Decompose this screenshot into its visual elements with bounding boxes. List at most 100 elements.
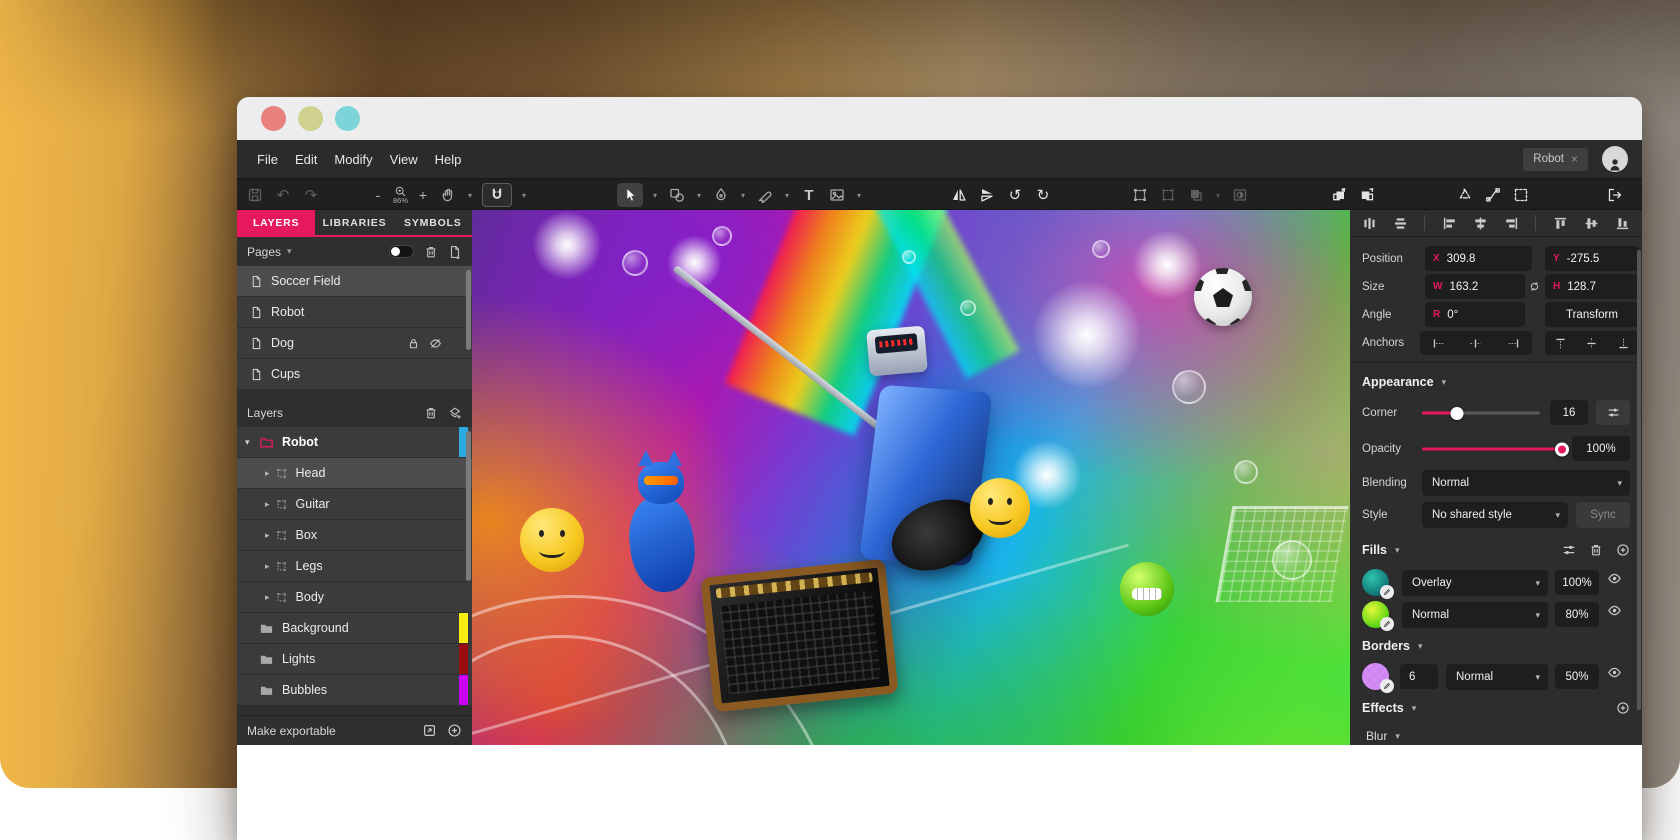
- anchor-center-icon[interactable]: [1469, 337, 1482, 350]
- fills-header[interactable]: Fills ▾: [1350, 538, 1642, 562]
- hand-tool-caret-icon[interactable]: ▾: [466, 191, 474, 200]
- trash-icon[interactable]: [1589, 543, 1603, 557]
- snap-tool-button[interactable]: [482, 183, 512, 207]
- add-page-icon[interactable]: [448, 245, 462, 259]
- align-left-icon[interactable]: [1442, 216, 1457, 231]
- expand-caret-icon[interactable]: ▸: [265, 592, 270, 603]
- layer-row-background[interactable]: ▾ Background: [237, 613, 472, 643]
- align-center-horizontal-icon[interactable]: [1473, 216, 1488, 231]
- layer-row-robot[interactable]: ▾ Robot: [237, 427, 472, 457]
- path-connect-button[interactable]: [1483, 183, 1503, 207]
- undo-button[interactable]: ↶: [273, 183, 293, 207]
- layer-row-body[interactable]: ▸ Body: [237, 582, 472, 612]
- fill-blend-dropdown[interactable]: Normal ▾: [1402, 602, 1548, 628]
- plus-circle-icon[interactable]: [1616, 543, 1630, 557]
- close-document-icon[interactable]: ×: [1571, 152, 1578, 166]
- position-y-field[interactable]: Y -275.5: [1545, 246, 1639, 271]
- expand-caret-icon[interactable]: ▸: [265, 468, 270, 479]
- export-slice-icon[interactable]: [422, 723, 437, 738]
- fill-opacity-value[interactable]: 80%: [1555, 602, 1599, 627]
- distribute-horizontal-icon[interactable]: [1362, 216, 1377, 231]
- anchor-top-icon[interactable]: [1554, 337, 1567, 350]
- zoom-in-button[interactable]: +: [416, 187, 430, 203]
- fill-visibility-button[interactable]: [1607, 603, 1622, 618]
- align-top-icon[interactable]: [1553, 216, 1568, 231]
- size-w-field[interactable]: W 163.2: [1425, 274, 1525, 299]
- layer-color-tag[interactable]: [459, 644, 468, 674]
- group-button[interactable]: [1130, 183, 1150, 207]
- plus-circle-icon[interactable]: [447, 723, 462, 738]
- borders-header[interactable]: Borders ▾: [1350, 634, 1642, 658]
- collapse-caret-icon[interactable]: ▾: [245, 437, 255, 448]
- convert-anchors-button[interactable]: [1455, 183, 1475, 207]
- transform-button[interactable]: Transform: [1545, 302, 1639, 327]
- right-panel-scrollbar[interactable]: [1637, 250, 1641, 710]
- size-h-field[interactable]: H 128.7: [1545, 274, 1639, 299]
- border-color-swatch[interactable]: [1362, 663, 1389, 690]
- sync-style-button[interactable]: Sync: [1576, 502, 1630, 528]
- fill-opacity-value[interactable]: 100%: [1555, 570, 1599, 595]
- marquee-select-button[interactable]: [1511, 183, 1531, 207]
- layer-row-box[interactable]: ▸ Box: [237, 520, 472, 550]
- constrain-proportions-icon[interactable]: [1528, 280, 1541, 293]
- fill-color-swatch[interactable]: [1362, 601, 1389, 628]
- align-middle-icon[interactable]: [1584, 216, 1599, 231]
- zoom-out-button[interactable]: -: [371, 187, 385, 203]
- canvas[interactable]: [472, 210, 1350, 745]
- bring-forward-button[interactable]: [1329, 183, 1349, 207]
- pages-header-label[interactable]: Pages: [247, 245, 281, 259]
- pointer-tool-button[interactable]: [617, 183, 643, 207]
- document-tab[interactable]: Robot ×: [1523, 148, 1588, 171]
- shape-tool-button[interactable]: [667, 183, 687, 207]
- menu-edit[interactable]: Edit: [295, 152, 317, 167]
- minimize-window-button[interactable]: [298, 106, 323, 131]
- zoom-window-button[interactable]: [335, 106, 360, 131]
- menu-help[interactable]: Help: [435, 152, 462, 167]
- border-blend-dropdown[interactable]: Normal ▾: [1446, 664, 1548, 690]
- image-tool-button[interactable]: [827, 183, 847, 207]
- fill-blend-dropdown[interactable]: Overlay ▾: [1402, 570, 1548, 596]
- blur-header[interactable]: Blur ▾: [1350, 724, 1642, 748]
- close-window-button[interactable]: [261, 106, 286, 131]
- flip-horizontal-button[interactable]: [949, 183, 969, 207]
- pages-caret-icon[interactable]: ▾: [287, 246, 292, 257]
- opacity-value[interactable]: 100%: [1572, 436, 1630, 461]
- expand-caret-icon[interactable]: ▸: [265, 499, 270, 510]
- border-opacity-value[interactable]: 50%: [1555, 664, 1599, 689]
- corner-value[interactable]: 16: [1550, 400, 1588, 425]
- distribute-vertical-icon[interactable]: [1393, 216, 1408, 231]
- anchor-bottom-icon[interactable]: [1617, 337, 1630, 350]
- lock-icon[interactable]: [407, 337, 420, 350]
- page-row-soccer-field[interactable]: Soccer Field: [237, 266, 472, 296]
- knife-tool-caret-icon[interactable]: ▾: [783, 191, 791, 200]
- opacity-slider[interactable]: [1422, 448, 1562, 451]
- corner-slider[interactable]: [1422, 412, 1540, 415]
- pages-toggle[interactable]: [389, 245, 414, 258]
- tab-libraries[interactable]: LIBRARIES: [315, 210, 393, 235]
- angle-field[interactable]: R 0°: [1425, 302, 1525, 327]
- layer-color-tag[interactable]: [459, 613, 468, 643]
- hand-tool-button[interactable]: [438, 183, 458, 207]
- layer-row-guitar[interactable]: ▸ Guitar: [237, 489, 472, 519]
- align-bottom-icon[interactable]: [1615, 216, 1630, 231]
- sliders-icon[interactable]: [1562, 543, 1576, 557]
- knife-tool-button[interactable]: [755, 183, 775, 207]
- menu-view[interactable]: View: [390, 152, 418, 167]
- page-row-robot[interactable]: Robot: [237, 297, 472, 327]
- pointer-tool-caret-icon[interactable]: ▾: [651, 191, 659, 200]
- fill-visibility-button[interactable]: [1607, 571, 1622, 586]
- pages-scrollbar[interactable]: [466, 270, 471, 350]
- align-right-icon[interactable]: [1504, 216, 1519, 231]
- layer-row-bubbles[interactable]: ▾ Bubbles: [237, 675, 472, 705]
- anchor-left-icon[interactable]: [1432, 337, 1445, 350]
- user-avatar[interactable]: [1602, 146, 1628, 172]
- pen-tool-button[interactable]: [711, 183, 731, 207]
- layer-row-legs[interactable]: ▸ Legs: [237, 551, 472, 581]
- rotate-cw-button[interactable]: ↻: [1033, 183, 1053, 207]
- menu-modify[interactable]: Modify: [334, 152, 372, 167]
- style-dropdown[interactable]: No shared style ▾: [1422, 502, 1568, 528]
- appearance-header[interactable]: Appearance ▾: [1350, 370, 1642, 394]
- rotate-ccw-button[interactable]: ↺: [1005, 183, 1025, 207]
- ungroup-button[interactable]: [1158, 183, 1178, 207]
- layer-row-lights[interactable]: ▾ Lights: [237, 644, 472, 674]
